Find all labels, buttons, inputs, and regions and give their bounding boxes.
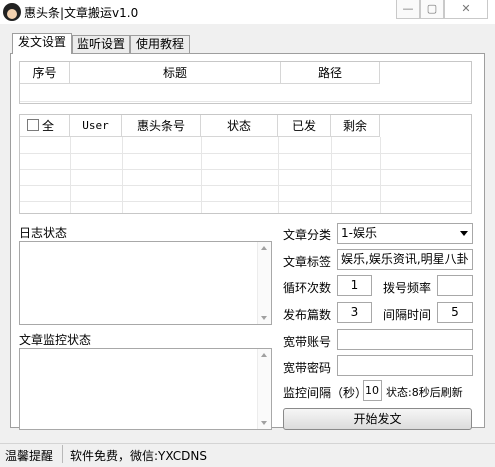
start-post-button[interactable]: 开始发文 (283, 408, 472, 430)
log-status-textarea[interactable] (19, 241, 272, 325)
column-header-sent[interactable]: 已发 (278, 115, 331, 137)
monitor-interval-input[interactable]: 10 (363, 380, 382, 401)
interval-time-label: 间隔时间 (383, 308, 432, 322)
loop-count-input[interactable]: 1 (337, 275, 372, 296)
table-col-divider (380, 137, 381, 213)
account-table[interactable]: 全 User 惠头条号 状态 已发 剩余 (19, 114, 472, 214)
column-header-status[interactable]: 状态 (201, 115, 278, 137)
monitor-status-text: 状态:8秒后刷新 (386, 386, 463, 399)
broadband-password-label: 宽带密码 (283, 361, 332, 375)
table-col-divider (201, 137, 202, 213)
table-col-divider (122, 137, 123, 213)
tags-label: 文章标签 (283, 255, 332, 269)
tab-monitor-settings[interactable]: 监听设置 (72, 35, 130, 53)
close-icon[interactable]: ✕ (444, 0, 488, 19)
column-header-remaining[interactable]: 剩余 (331, 115, 380, 137)
table-row-divider (20, 201, 471, 202)
chevron-down-icon[interactable] (460, 231, 468, 236)
window-title: 惠头条|文章搬运v1.0 (24, 6, 139, 20)
publish-count-label: 发布篇数 (283, 308, 332, 322)
maximize-icon[interactable]: ▢ (420, 0, 444, 19)
monitor-log-label: 文章监控状态 (19, 333, 92, 347)
dial-frequency-input[interactable] (437, 275, 473, 296)
column-header-account-id[interactable]: 惠头条号 (122, 115, 201, 137)
log-status-label: 日志状态 (19, 226, 68, 240)
publish-count-input[interactable]: 3 (337, 302, 372, 323)
table-col-divider (70, 137, 71, 213)
column-header-user[interactable]: User (70, 115, 122, 137)
log-scrollbar[interactable] (257, 242, 271, 324)
interval-time-input[interactable]: 5 (437, 302, 473, 323)
select-all-label: 全 (42, 119, 55, 133)
monitor-log-textarea[interactable] (19, 348, 272, 430)
column-header-select-all[interactable]: 全 (20, 115, 70, 137)
broadband-password-input[interactable] (337, 355, 473, 376)
select-all-checkbox[interactable] (27, 119, 39, 131)
article-table[interactable]: 序号 标题 路径 (19, 61, 472, 104)
table-row-divider (20, 169, 471, 170)
tags-input[interactable]: 娱乐,娱乐资讯,明星八卦 (337, 249, 473, 270)
column-header-index[interactable]: 序号 (20, 62, 70, 84)
table-col-divider (278, 137, 279, 213)
dial-frequency-label: 拨号频率 (383, 281, 432, 295)
column-header-title[interactable]: 标题 (70, 62, 281, 84)
column-header-path[interactable]: 路径 (281, 62, 380, 84)
broadband-account-input[interactable] (337, 329, 473, 350)
category-label: 文章分类 (283, 228, 332, 242)
table-row-divider (20, 185, 471, 186)
monitor-log-scrollbar[interactable] (257, 349, 271, 429)
category-selected-value: 1-娱乐 (341, 226, 377, 240)
status-divider (62, 445, 63, 463)
status-tip-label: 温馨提醒 (5, 449, 54, 463)
status-message: 软件免费，微信:YXCDNS (70, 449, 207, 463)
table-col-divider (331, 137, 332, 213)
app-logo-icon (3, 3, 21, 21)
category-select[interactable]: 1-娱乐 (337, 223, 473, 244)
loop-count-label: 循环次数 (283, 281, 332, 295)
minimize-icon[interactable]: — (396, 0, 420, 19)
table-row-divider (20, 153, 471, 154)
monitor-interval-label: 监控间隔（秒） (283, 386, 368, 400)
broadband-account-label: 宽带账号 (283, 335, 332, 349)
tab-tutorial[interactable]: 使用教程 (130, 35, 190, 53)
table-row-divider (20, 101, 471, 102)
tab-post-settings[interactable]: 发文设置 (12, 33, 72, 54)
